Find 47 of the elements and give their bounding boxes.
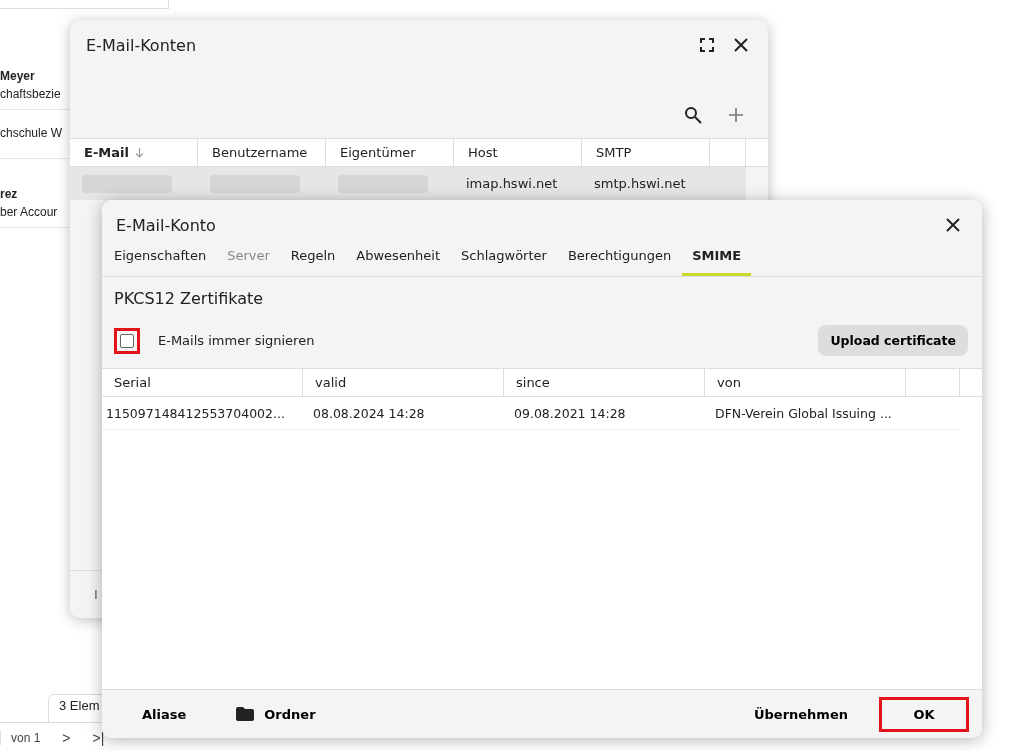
list-item-title: rez: [0, 187, 18, 203]
search-icon[interactable]: [684, 106, 702, 124]
folder-button[interactable]: Ordner: [220, 698, 332, 730]
checkbox[interactable]: [120, 333, 134, 348]
list-item-title: Meyer: [0, 69, 35, 85]
column-header[interactable]: von: [717, 375, 741, 390]
table-cell: imap.hswi.net: [466, 176, 558, 191]
column-header[interactable]: E-Mail: [70, 139, 198, 166]
table-cell: DFN-Verein Global Issuing ...: [715, 405, 892, 421]
table-row[interactable]: imap.hswi.net smtp.hswi.net: [70, 167, 746, 200]
column-header[interactable]: Benutzername: [198, 139, 326, 166]
column-header[interactable]: since: [516, 375, 550, 390]
folder-icon[interactable]: [236, 707, 255, 721]
tab[interactable]: Schlagwörter: [451, 248, 557, 276]
close-icon[interactable]: [734, 38, 748, 52]
close-icon[interactable]: [946, 218, 960, 232]
column-header[interactable]: Eigentümer: [326, 139, 454, 166]
first-page-button[interactable]: I: [94, 587, 98, 602]
list-item-subtitle: chschule W: [0, 126, 63, 140]
table-cell: 115097148412553704002...: [106, 405, 285, 421]
page-label: von 1: [0, 730, 41, 745]
add-icon[interactable]: [728, 107, 744, 123]
footer-button[interactable]: Übernehmen: [737, 698, 864, 730]
footer-button[interactable]: Aliase: [126, 698, 203, 730]
tab[interactable]: Eigenschaften: [104, 248, 217, 276]
column-header[interactable]: Host: [454, 139, 582, 166]
tab[interactable]: Regeln: [280, 248, 346, 276]
list-item-subtitle: chaftsbezie: [0, 87, 61, 101]
table-cell: 08.08.2024 14:28: [313, 405, 425, 421]
section-heading: PKCS12 Zertifikate: [114, 289, 265, 310]
column-header[interactable]: valid: [315, 375, 347, 390]
table-cell: 09.08.2021 14:28: [514, 405, 626, 421]
table-cell: smtp.hswi.net: [594, 176, 686, 191]
list-item-subtitle: ber Accour: [0, 205, 58, 219]
next-page-button[interactable]: >: [62, 729, 71, 746]
footer-button[interactable]: OK: [882, 699, 966, 729]
tab[interactable]: Abwesenheit: [346, 248, 451, 276]
sort-down-icon[interactable]: [134, 147, 144, 158]
checkbox-label: E-Mails immer signieren: [158, 333, 315, 348]
tab[interactable]: Berechtigungen: [557, 248, 682, 276]
window-title: E-Mail-Konten: [86, 35, 198, 55]
upload-button[interactable]: Upload certificate: [818, 325, 968, 356]
maximize-icon[interactable]: [700, 38, 714, 52]
column-header[interactable]: Serial: [114, 375, 151, 390]
dialog-title: E-Mail-Konto: [116, 215, 217, 235]
column-header[interactable]: SMTP: [582, 139, 710, 166]
last-page-button[interactable]: >|: [92, 729, 105, 746]
